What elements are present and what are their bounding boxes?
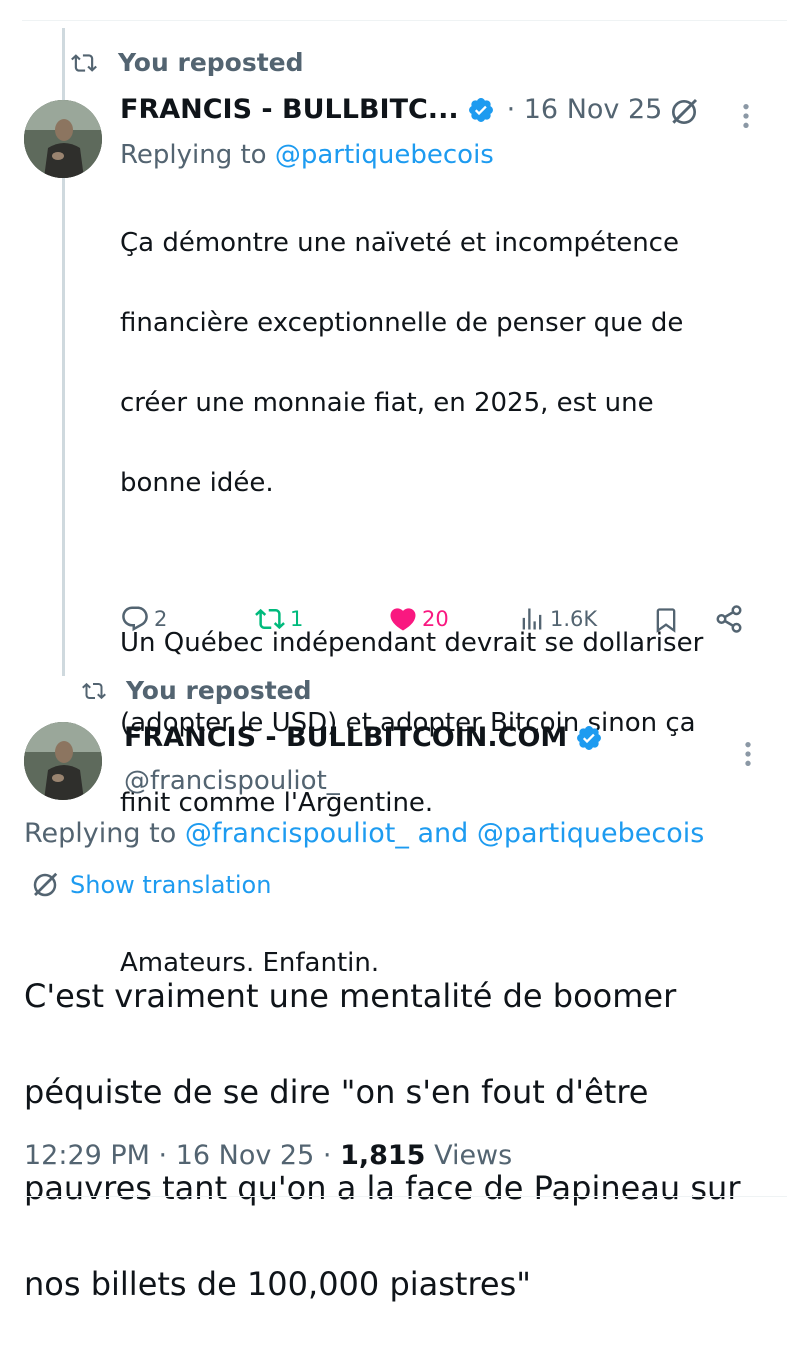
repost-icon [255, 608, 285, 630]
more-icon[interactable] [736, 100, 756, 132]
views-icon [522, 608, 542, 630]
bookmark-icon[interactable] [652, 604, 680, 636]
verified-badge-icon [468, 97, 493, 122]
share-icon[interactable] [714, 604, 744, 634]
tweet-text-line: financière exceptionnelle de penser que … [120, 308, 684, 338]
like-count: 20 [422, 607, 449, 631]
view-count: 1,815 [340, 1140, 426, 1171]
top-divider [22, 20, 787, 21]
tweet2-header: FRANCIS - BULLBITCOIN.COM [124, 722, 603, 753]
avatar-photo [24, 100, 102, 178]
tweet-timestamp[interactable]: 12:29 PM · 16 Nov 25 · [24, 1140, 331, 1171]
repost-label: You reposted [126, 676, 312, 705]
replying-prefix: Replying to [24, 818, 177, 849]
reply-icon [122, 606, 148, 632]
replying-handle-link[interactable]: @partiquebecois [477, 818, 704, 849]
tweet-text-line: nos billets de 100,000 piastres" [24, 1265, 531, 1303]
view-count: 1.6K [550, 607, 598, 631]
tweet-date[interactable]: · 16 Nov 25 [507, 94, 663, 125]
show-translation-label: Show translation [70, 871, 272, 899]
reply-count: 2 [154, 607, 168, 631]
tweet-text-line: bonne idée. [120, 468, 274, 498]
replying-to: Replying to @francispouliot_ and @partiq… [24, 818, 704, 849]
repost-button[interactable]: 1 [254, 604, 303, 634]
tweet-text-line: créer une monnaie fiat, en 2025, est une [120, 388, 654, 418]
display-name[interactable]: FRANCIS - BULLBITC... [120, 94, 459, 125]
replying-to: Replying to @partiquebecois [120, 140, 494, 170]
tweet-text-line: pauvres tant qu'on a la face de Papineau… [24, 1169, 741, 1207]
tweet-text-line: Ça démontre une naïveté et incompétence [120, 228, 679, 258]
avatar[interactable] [24, 722, 102, 800]
tweet-meta: 12:29 PM · 16 Nov 25 · 1,815 Views [24, 1140, 512, 1171]
display-name[interactable]: FRANCIS - BULLBITCOIN.COM [124, 722, 567, 753]
repost-banner: You reposted [80, 676, 312, 705]
repost-label: You reposted [118, 48, 304, 77]
replying-prefix: Replying to [120, 140, 267, 170]
like-button[interactable]: 20 [388, 604, 449, 634]
grok-translate-icon [33, 872, 58, 897]
grok-translate-icon[interactable] [668, 96, 700, 128]
avatar[interactable] [24, 100, 102, 178]
like-icon [390, 608, 416, 631]
repost-icon [71, 53, 97, 72]
tweet-text-line: péquiste de se dire "on s'en fout d'être [24, 1073, 649, 1111]
views-label: Views [434, 1140, 513, 1171]
replying-handle-link[interactable]: @francispouliot_ [185, 818, 409, 849]
tweet-text-line: C'est vraiment une mentalité de boomer [24, 977, 677, 1015]
avatar-photo [24, 722, 102, 800]
more-icon[interactable] [738, 738, 758, 770]
views-button[interactable]: 1.6K [518, 604, 597, 634]
show-translation-button[interactable]: Show translation [30, 870, 271, 900]
bottom-divider [24, 1196, 787, 1197]
verified-badge-icon [577, 725, 602, 750]
replying-handle-link[interactable]: @partiquebecois [275, 140, 494, 170]
repost-icon [82, 682, 106, 699]
repost-banner: You reposted [68, 48, 304, 77]
tweet1-header: FRANCIS - BULLBITC... · 16 Nov 25 [120, 94, 662, 125]
user-handle[interactable]: @francispouliot_ [124, 766, 340, 796]
repost-count: 1 [290, 607, 304, 631]
reply-button[interactable]: 2 [120, 604, 167, 634]
replying-and: and [417, 818, 469, 849]
